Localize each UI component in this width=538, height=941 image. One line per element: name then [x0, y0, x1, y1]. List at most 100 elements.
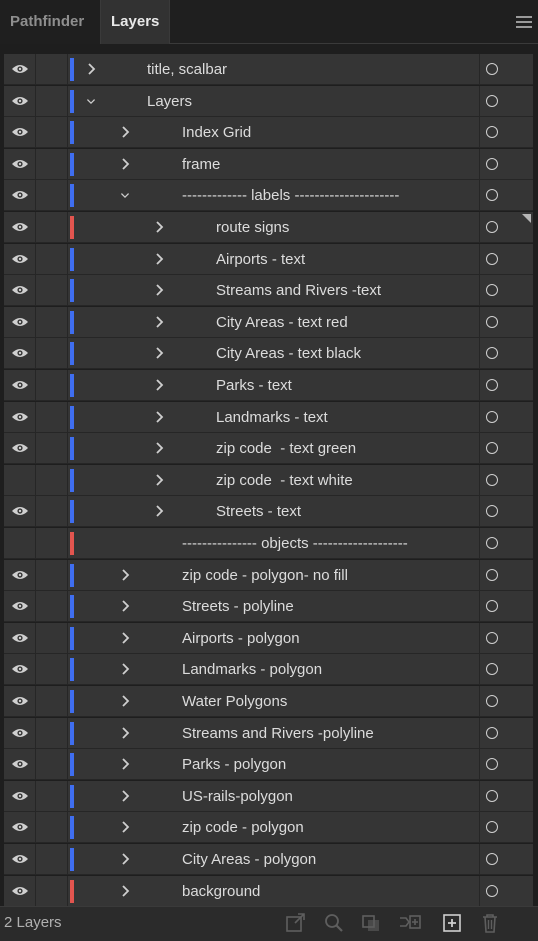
chevron-right-icon[interactable] — [154, 219, 164, 235]
layer-name[interactable]: Parks - text — [216, 370, 292, 400]
layer-row[interactable]: --------------- objects ----------------… — [4, 528, 533, 559]
target-cell[interactable] — [479, 654, 533, 684]
layer-name[interactable]: background — [182, 876, 260, 906]
lock-toggle[interactable] — [36, 496, 68, 526]
chevron-right-icon[interactable] — [154, 314, 164, 330]
layer-name[interactable]: zip code - text green — [216, 433, 356, 463]
layer-row[interactable]: Airports - polygon — [4, 623, 533, 654]
lock-toggle[interactable] — [36, 370, 68, 400]
target-cell[interactable] — [479, 496, 533, 526]
lock-toggle[interactable] — [36, 149, 68, 179]
layer-name[interactable]: Water Polygons — [182, 686, 287, 716]
layer-name[interactable]: US-rails-polygon — [182, 781, 293, 811]
chevron-right-icon[interactable] — [154, 503, 164, 519]
visibility-toggle[interactable] — [4, 623, 36, 653]
layer-name[interactable]: Streets - polyline — [182, 591, 294, 621]
visibility-toggle[interactable] — [4, 560, 36, 590]
lock-toggle[interactable] — [36, 244, 68, 274]
chevron-right-icon[interactable] — [154, 472, 164, 488]
target-circle-icon[interactable] — [485, 474, 498, 486]
lock-toggle[interactable] — [36, 433, 68, 463]
target-circle-icon[interactable] — [485, 821, 498, 833]
visibility-toggle[interactable] — [4, 402, 36, 432]
target-cell[interactable] — [479, 244, 533, 274]
layer-name[interactable]: Parks - polygon — [182, 749, 286, 779]
layer-row[interactable]: US-rails-polygon — [4, 781, 533, 812]
lock-toggle[interactable] — [36, 844, 68, 874]
target-circle-icon[interactable] — [485, 663, 498, 675]
lock-toggle[interactable] — [36, 560, 68, 590]
visibility-toggle[interactable] — [4, 307, 36, 337]
target-circle-icon[interactable] — [485, 284, 498, 296]
chevron-right-icon[interactable] — [120, 883, 130, 899]
locate-object-icon[interactable] — [322, 912, 346, 934]
visibility-toggle[interactable] — [4, 180, 36, 210]
chevron-right-icon[interactable] — [120, 124, 130, 140]
visibility-toggle[interactable] — [4, 812, 36, 842]
layer-row[interactable]: Index Grid — [4, 117, 533, 148]
target-circle-icon[interactable] — [485, 853, 498, 865]
layer-name[interactable]: zip code - text white — [216, 465, 353, 495]
lock-toggle[interactable] — [36, 402, 68, 432]
lock-toggle[interactable] — [36, 781, 68, 811]
target-circle-icon[interactable] — [485, 790, 498, 802]
target-cell[interactable] — [479, 86, 533, 116]
layer-row[interactable]: Water Polygons — [4, 686, 533, 717]
target-cell[interactable] — [479, 433, 533, 463]
lock-toggle[interactable] — [36, 54, 68, 84]
visibility-toggle[interactable] — [4, 433, 36, 463]
target-circle-icon[interactable] — [485, 379, 498, 391]
layer-row[interactable]: Landmarks - polygon — [4, 654, 533, 685]
layer-row[interactable]: City Areas - text red — [4, 307, 533, 338]
tab-layers[interactable]: Layers — [100, 0, 170, 44]
lock-toggle[interactable] — [36, 465, 68, 495]
chevron-down-icon[interactable] — [86, 93, 96, 109]
layer-row[interactable]: Parks - polygon — [4, 749, 533, 780]
layer-name[interactable]: Airports - text — [216, 244, 305, 274]
layer-row[interactable]: Streams and Rivers -polyline — [4, 718, 533, 749]
chevron-down-icon[interactable] — [120, 187, 130, 203]
target-circle-icon[interactable] — [485, 158, 498, 170]
target-circle-icon[interactable] — [485, 632, 498, 644]
visibility-toggle[interactable] — [4, 876, 36, 906]
layer-name[interactable]: Streams and Rivers -polyline — [182, 718, 374, 748]
visibility-toggle[interactable] — [4, 844, 36, 874]
lock-toggle[interactable] — [36, 180, 68, 210]
lock-toggle[interactable] — [36, 654, 68, 684]
target-circle-icon[interactable] — [485, 411, 498, 423]
visibility-toggle[interactable] — [4, 86, 36, 116]
visibility-toggle[interactable] — [4, 781, 36, 811]
layer-name[interactable]: Layers — [147, 86, 192, 116]
target-circle-icon[interactable] — [485, 600, 498, 612]
target-cell[interactable] — [479, 560, 533, 590]
lock-toggle[interactable] — [36, 686, 68, 716]
target-circle-icon[interactable] — [485, 253, 498, 265]
chevron-right-icon[interactable] — [154, 377, 164, 393]
visibility-toggle[interactable] — [4, 275, 36, 305]
lock-toggle[interactable] — [36, 275, 68, 305]
visibility-toggle[interactable] — [4, 370, 36, 400]
lock-toggle[interactable] — [36, 338, 68, 368]
target-cell[interactable] — [479, 402, 533, 432]
visibility-toggle[interactable] — [4, 465, 36, 495]
chevron-right-icon[interactable] — [120, 661, 130, 677]
target-circle-icon[interactable] — [485, 885, 498, 897]
layer-name[interactable]: Airports - polygon — [182, 623, 300, 653]
layer-name[interactable]: Landmarks - polygon — [182, 654, 322, 684]
target-cell[interactable] — [479, 781, 533, 811]
visibility-toggle[interactable] — [4, 338, 36, 368]
layer-row[interactable]: title, scalbar — [4, 54, 533, 85]
layer-name[interactable]: title, scalbar — [147, 54, 227, 84]
chevron-right-icon[interactable] — [120, 851, 130, 867]
layer-row[interactable]: route signs — [4, 212, 533, 243]
visibility-toggle[interactable] — [4, 244, 36, 274]
layer-row[interactable]: zip code - text green — [4, 433, 533, 464]
target-cell[interactable] — [479, 812, 533, 842]
target-cell[interactable] — [479, 591, 533, 621]
target-cell[interactable] — [479, 465, 533, 495]
layer-name[interactable]: zip code - polygon- no fill — [182, 560, 348, 590]
layer-name[interactable]: City Areas - polygon — [182, 844, 316, 874]
target-cell[interactable] — [479, 307, 533, 337]
chevron-right-icon[interactable] — [120, 725, 130, 741]
layer-row[interactable]: City Areas - text black — [4, 338, 533, 369]
